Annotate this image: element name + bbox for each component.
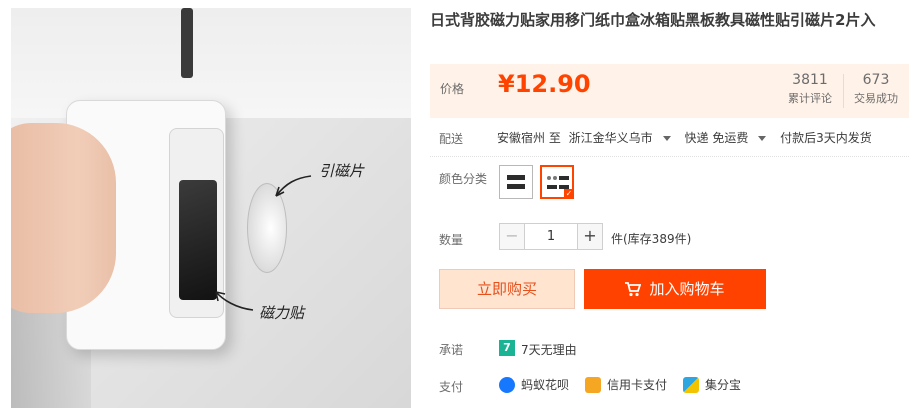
- cart-icon: [625, 282, 642, 297]
- quantity-input[interactable]: [525, 223, 577, 250]
- stat-reviews-label: 累计评论: [788, 92, 832, 105]
- quantity-increase-button[interactable]: +: [577, 223, 603, 250]
- jifenbao-icon: [683, 376, 699, 393]
- image-note-magnet-sticker: 磁力贴: [259, 304, 305, 322]
- promise-text[interactable]: 7天无理由: [521, 341, 577, 358]
- stat-divider: [843, 74, 844, 108]
- annotation-arrows: [215, 175, 312, 311]
- credit-card-icon: [585, 376, 601, 393]
- price-label: 价格: [440, 82, 465, 96]
- shipping-row: 安徽宿州 至 浙江金华义乌市 快递 免运费 付款后3天内发货: [497, 129, 876, 146]
- price-value: ¥12.90: [498, 70, 591, 98]
- chevron-down-icon[interactable]: [662, 136, 671, 141]
- payment-huabei[interactable]: 蚂蚁花呗: [499, 376, 569, 393]
- chevron-down-icon[interactable]: [758, 136, 767, 141]
- swatch-bar: [547, 185, 557, 189]
- stat-transactions[interactable]: 673 交易成功: [847, 70, 905, 108]
- color-option-1[interactable]: [499, 165, 533, 199]
- swatch-dot: [553, 176, 557, 180]
- selected-check-icon: ✓: [564, 189, 574, 199]
- stat-transactions-label: 交易成功: [854, 92, 898, 105]
- quantity-decrease-button[interactable]: −: [499, 223, 525, 250]
- swatch-bar: [507, 175, 525, 180]
- add-to-cart-label: 加入购物车: [649, 280, 725, 298]
- huabei-icon: [499, 376, 515, 393]
- seven-day-return-icon: 7: [499, 340, 515, 356]
- shipping-destination[interactable]: 浙江金华义乌市: [569, 131, 653, 145]
- divider: [430, 156, 909, 157]
- promise-label: 承诺: [439, 343, 464, 357]
- stat-reviews-value: 3811: [792, 72, 828, 88]
- price-panel: 价格 ¥12.90 3811 累计评论 673 交易成功: [430, 64, 909, 118]
- payment-jifenbao[interactable]: 集分宝: [683, 376, 741, 393]
- image-note-magnet-sheet: 引磁片: [319, 162, 365, 180]
- swatch-dot: [547, 176, 551, 180]
- payment-huabei-label: 蚂蚁花呗: [521, 378, 570, 392]
- buy-now-button[interactable]: 立即购买: [439, 269, 575, 309]
- stat-transactions-value: 673: [862, 72, 890, 88]
- swatch-bar: [559, 176, 569, 180]
- add-to-cart-button[interactable]: 加入购物车: [584, 269, 766, 309]
- shipping-method[interactable]: 快递 免运费: [685, 131, 749, 145]
- stock-text: 件(库存389件): [611, 232, 692, 246]
- quantity-stepper: − +: [499, 223, 603, 250]
- color-label: 颜色分类: [439, 172, 488, 186]
- stat-reviews[interactable]: 3811 累计评论: [780, 70, 840, 108]
- quantity-label: 数量: [439, 233, 464, 247]
- payment-label: 支付: [439, 380, 464, 394]
- product-image: 引磁片 磁力贴: [11, 8, 411, 408]
- product-title: 日式背胶磁力贴家用移门纸巾盒冰箱贴黑板教具磁性贴引磁片2片入: [430, 11, 876, 29]
- shipping-delivery-time: 付款后3天内发货: [780, 131, 872, 145]
- color-option-2[interactable]: ✓: [540, 165, 574, 199]
- shipping-from: 安徽宿州 至: [497, 131, 561, 145]
- payment-credit-card[interactable]: 信用卡支付: [585, 376, 667, 393]
- payment-credit-card-label: 信用卡支付: [607, 378, 668, 392]
- payment-jifenbao-label: 集分宝: [705, 378, 742, 392]
- swatch-bar: [507, 184, 525, 189]
- shipping-label: 配送: [439, 132, 464, 146]
